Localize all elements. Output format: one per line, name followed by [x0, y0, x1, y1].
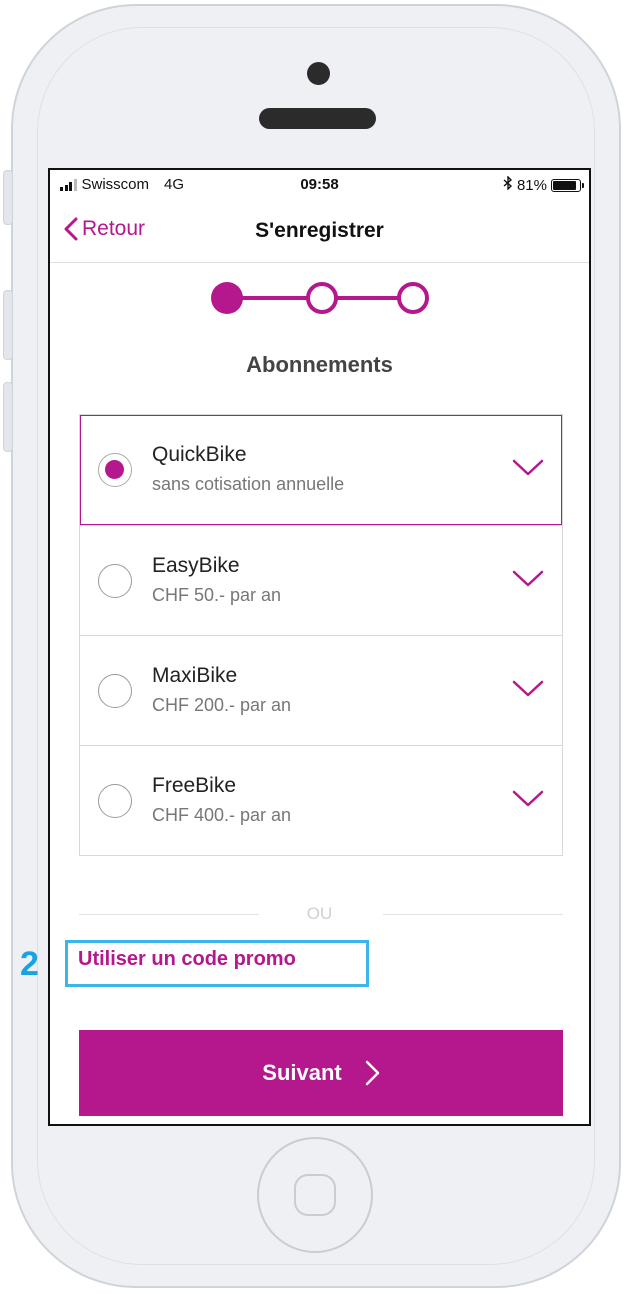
plan-item-maxibike[interactable]: MaxiBike CHF 200.- par an — [80, 635, 562, 745]
mute-switch — [3, 170, 13, 225]
plan-price: CHF 200.- par an — [152, 695, 292, 715]
radio-button[interactable] — [98, 453, 132, 487]
step-2-dot — [306, 282, 338, 314]
battery-icon — [551, 178, 584, 192]
plan-item-easybike[interactable]: EasyBike CHF 50.- par an — [80, 525, 562, 635]
home-button-icon — [294, 1174, 336, 1216]
plan-price: sans cotisation annuelle — [152, 474, 345, 494]
plan-price: CHF 50.- par an — [152, 585, 282, 605]
radio-button[interactable] — [98, 784, 132, 818]
annotation-highlight-box — [65, 940, 369, 987]
radio-button[interactable] — [98, 674, 132, 708]
step-3-dot — [397, 282, 429, 314]
plan-name: FreeBike — [152, 774, 237, 797]
earpiece-speaker — [259, 108, 376, 129]
plan-item-freebike[interactable]: FreeBike CHF 400.- par an — [80, 745, 562, 855]
plan-item-quickbike[interactable]: QuickBike sans cotisation annuelle — [80, 415, 562, 525]
plan-name: MaxiBike — [152, 664, 238, 687]
chevron-down-icon[interactable] — [512, 458, 544, 478]
plan-name: EasyBike — [152, 554, 240, 577]
status-bar: Swisscom 4G 09:58 81% — [50, 170, 589, 202]
home-button[interactable] — [257, 1137, 373, 1253]
front-camera — [307, 62, 330, 85]
next-button-label: Suivant — [262, 1060, 342, 1085]
chevron-down-icon[interactable] — [512, 789, 544, 809]
bluetooth-icon — [503, 175, 513, 194]
separator-label: OU — [306, 904, 333, 923]
chevron-right-icon — [365, 1060, 379, 1086]
next-button[interactable]: Suivant — [79, 1030, 563, 1116]
plan-price: CHF 400.- par an — [152, 805, 292, 825]
page-title: S'enregistrer — [255, 219, 384, 242]
volume-up-button — [3, 290, 13, 360]
step-1-dot — [211, 282, 243, 314]
navigation-bar: Retour S'enregistrer — [50, 202, 589, 263]
battery-percent: 81% — [516, 176, 547, 194]
chevron-down-icon[interactable] — [512, 569, 544, 589]
radio-button[interactable] — [98, 564, 132, 598]
progress-stepper — [211, 282, 429, 314]
step-title: Abonnements — [246, 352, 393, 377]
plan-list: QuickBike sans cotisation annuelle EasyB… — [79, 414, 563, 856]
chevron-down-icon[interactable] — [512, 679, 544, 699]
plan-name: QuickBike — [152, 443, 247, 466]
annotation-number: 2 — [20, 945, 39, 983]
volume-down-button — [3, 382, 13, 452]
